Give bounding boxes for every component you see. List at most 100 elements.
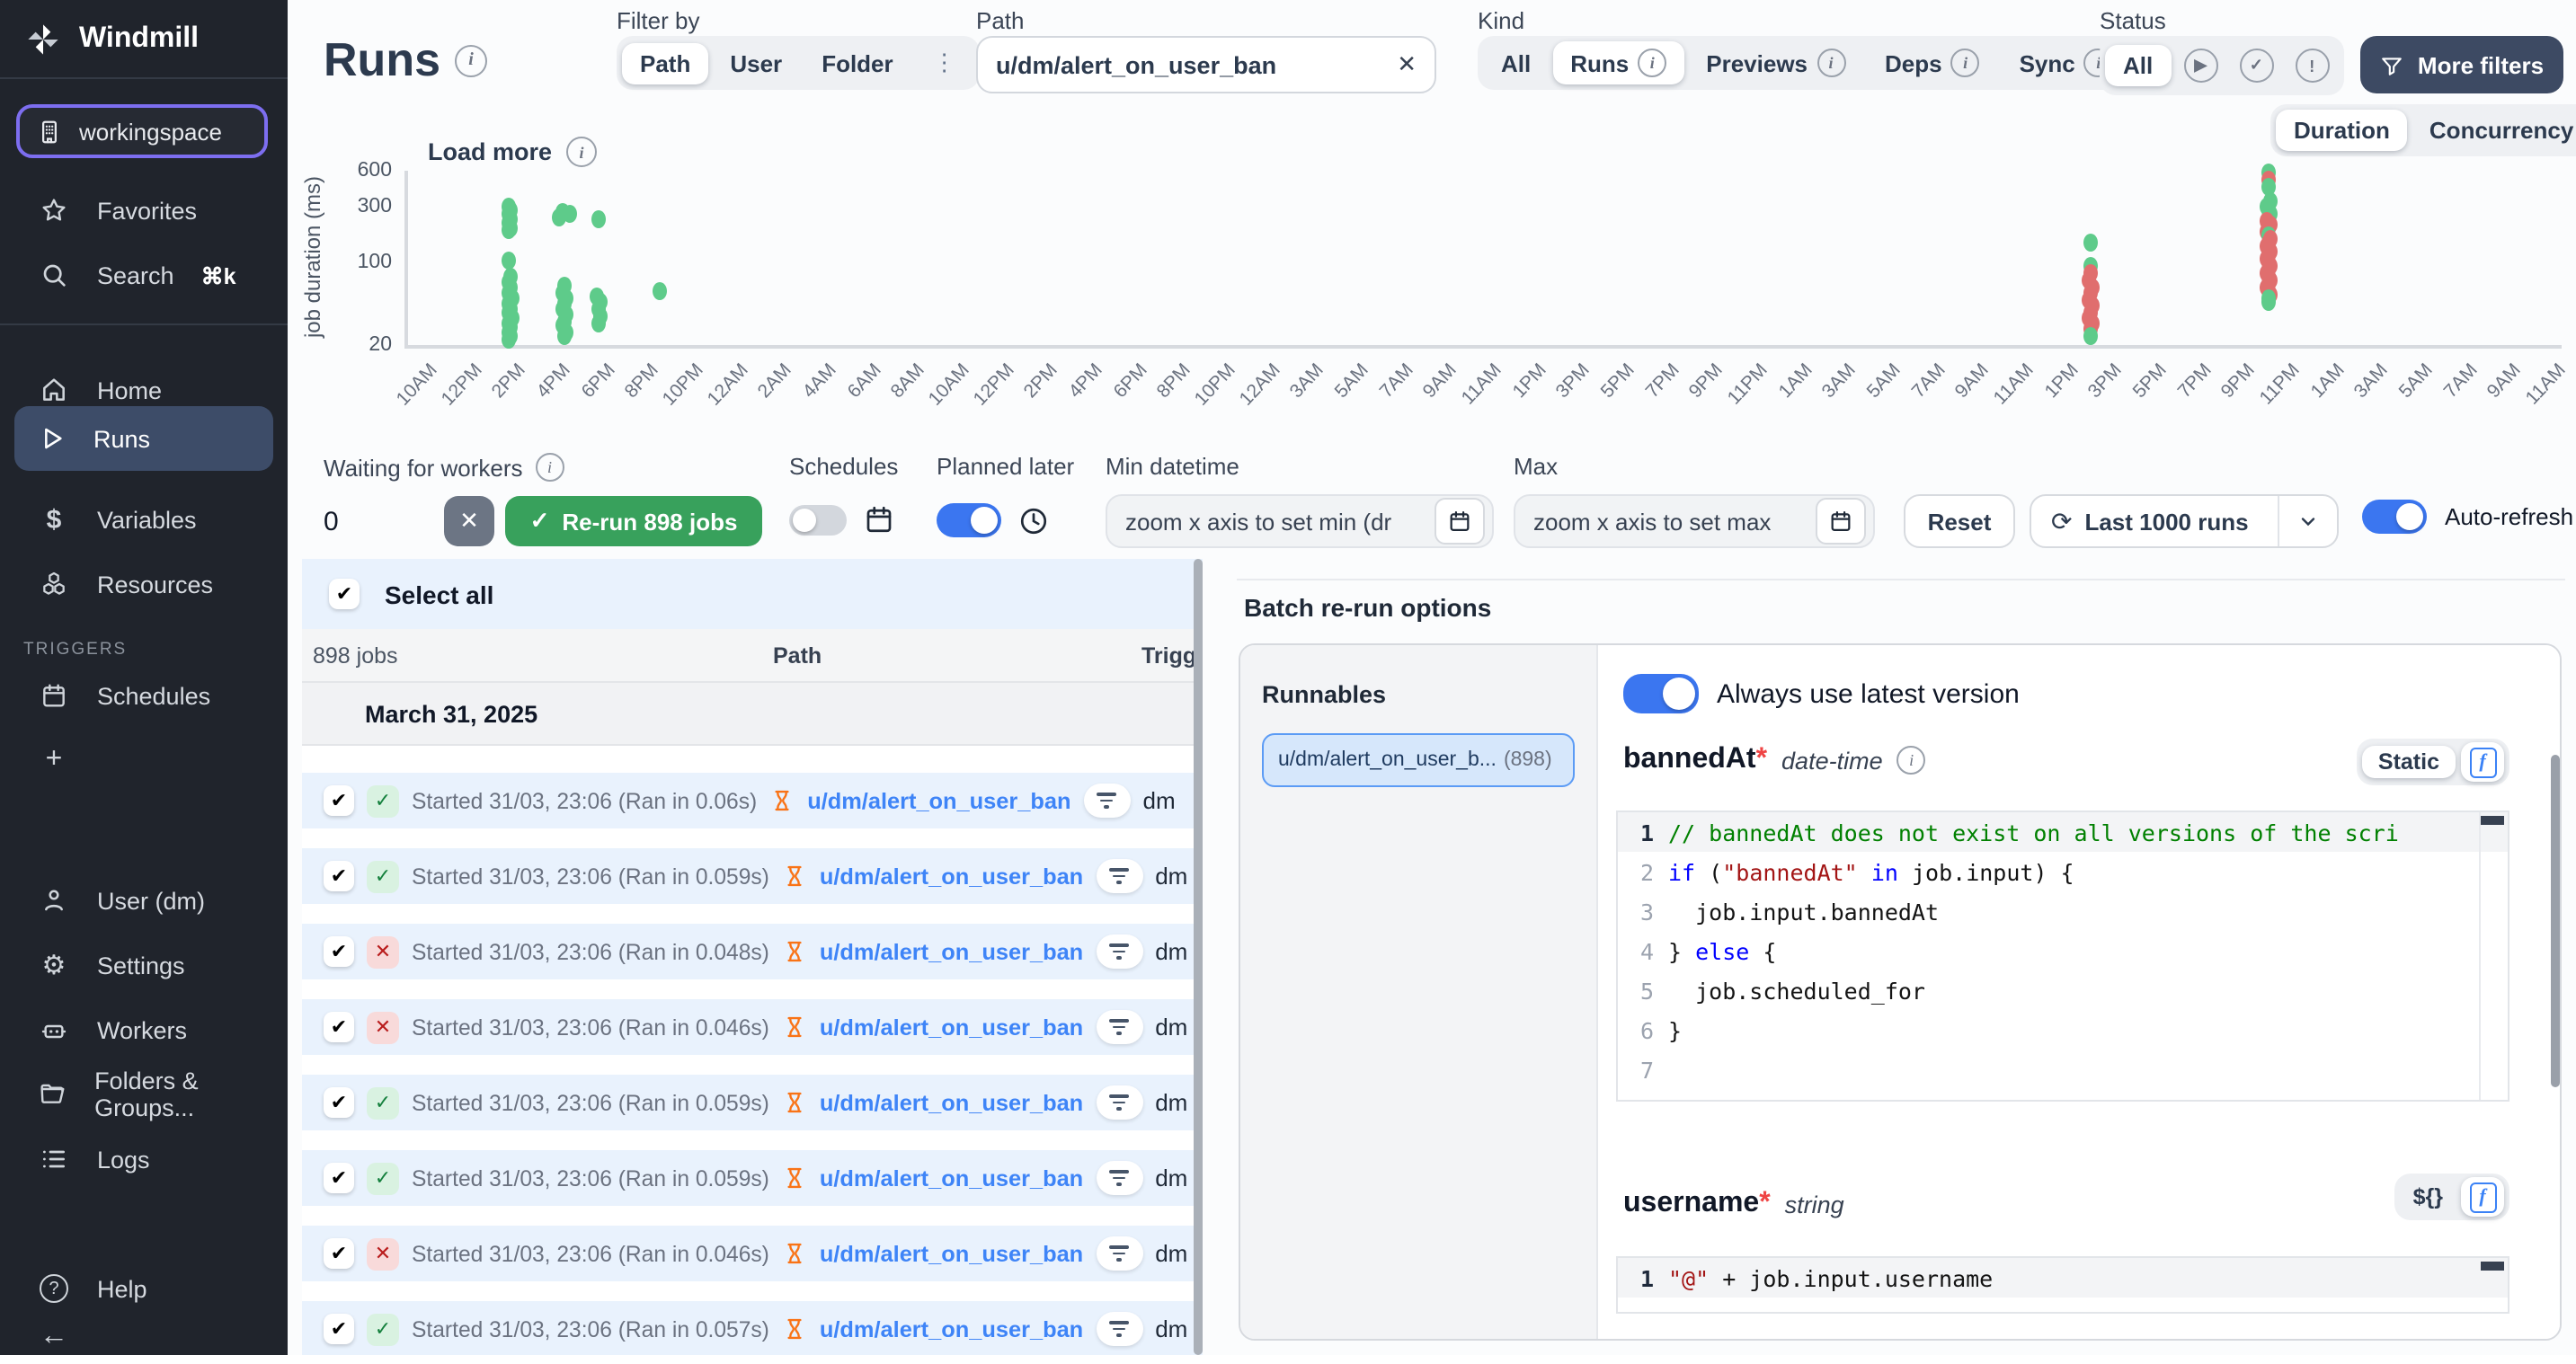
run-row[interactable]: ✔✕Started 31/03, 23:06 (Ran in 0.046s)u/…: [302, 1226, 1203, 1281]
filter-pill-icon[interactable]: [1096, 1010, 1142, 1044]
code-line[interactable]: 5 job.scheduled_for: [1618, 970, 2508, 1010]
select-all-checkbox[interactable]: ✔: [329, 579, 360, 609]
success-run-dot[interactable]: [557, 327, 572, 345]
filter-pill-icon[interactable]: [1096, 1085, 1142, 1120]
run-path-link[interactable]: u/dm/alert_on_user_ban: [820, 1090, 1083, 1115]
run-path-link[interactable]: u/dm/alert_on_user_ban: [820, 864, 1083, 889]
run-row[interactable]: ✔✕Started 31/03, 23:06 (Ran in 0.048s)u/…: [302, 924, 1203, 979]
success-run-dot[interactable]: [2083, 233, 2098, 251]
scatter-points[interactable]: [288, 0, 2576, 431]
code-line[interactable]: 1// bannedAt does not exist on all versi…: [1618, 812, 2508, 852]
sidebar-item-workers[interactable]: Workers: [0, 1003, 288, 1057]
sidebar-item-folders[interactable]: Folders & Groups...: [0, 1067, 288, 1121]
success-run-dot[interactable]: [502, 332, 516, 350]
filter-pill-icon[interactable]: [1096, 1161, 1142, 1195]
sidebar-item-help[interactable]: ? Help: [0, 1262, 288, 1315]
code-line[interactable]: 7: [1618, 1050, 2508, 1089]
success-run-dot[interactable]: [2083, 327, 2098, 345]
bannedat-info-icon[interactable]: i: [1897, 746, 1926, 775]
run-row[interactable]: ✔✓Started 31/03, 23:06 (Ran in 0.06s)u/d…: [302, 773, 1203, 828]
row-checkbox[interactable]: ✔: [324, 1163, 354, 1193]
function-mode-button[interactable]: f: [2461, 742, 2504, 782]
sidebar-item-resources[interactable]: Resources: [0, 557, 288, 611]
run-path-link[interactable]: u/dm/alert_on_user_ban: [807, 788, 1070, 813]
max-calendar-button[interactable]: [1816, 498, 1866, 545]
schedules-toggle[interactable]: [789, 504, 847, 535]
expr-mode-button[interactable]: ${}: [2401, 1181, 2456, 1213]
runnable-chip[interactable]: u/dm/alert_on_user_b... (898): [1262, 733, 1575, 787]
sidebar-item-runs-active[interactable]: Runs: [14, 406, 273, 471]
hourglass-icon: [782, 1240, 807, 1267]
row-checkbox[interactable]: ✔: [324, 1012, 354, 1042]
editor-scrollbar-thumb[interactable]: [2481, 1262, 2504, 1271]
run-row[interactable]: ✔✕Started 31/03, 23:06 (Ran in 0.046s)u/…: [302, 999, 1203, 1055]
row-checkbox[interactable]: ✔: [324, 1087, 354, 1118]
triggered-by: dm: [1155, 1014, 1187, 1041]
success-run-dot[interactable]: [653, 281, 667, 299]
filter-pill-icon[interactable]: [1096, 1236, 1142, 1271]
editor-scrollbar-thumb[interactable]: [2481, 816, 2504, 825]
sidebar-item-schedules[interactable]: Schedules: [0, 669, 288, 722]
run-row[interactable]: ✔✓Started 31/03, 23:06 (Ran in 0.059s)u/…: [302, 1150, 1203, 1206]
success-run-dot[interactable]: [502, 221, 516, 239]
filter-pill-icon[interactable]: [1096, 1312, 1142, 1346]
run-row[interactable]: ✔✓Started 31/03, 23:06 (Ran in 0.057s)u/…: [302, 1301, 1203, 1355]
code-line[interactable]: 2if ("bannedAt" in job.input) {: [1618, 852, 2508, 891]
dropdown-chevron-zone[interactable]: [2278, 496, 2337, 546]
brand[interactable]: Windmill: [0, 0, 288, 79]
run-path-link[interactable]: u/dm/alert_on_user_ban: [820, 939, 1083, 964]
path-column-header: Path: [773, 642, 822, 668]
username-code-editor[interactable]: 1"@" + job.input.username: [1616, 1256, 2509, 1314]
filter-pill-icon[interactable]: [1096, 859, 1142, 893]
success-run-dot[interactable]: [591, 210, 606, 228]
row-checkbox[interactable]: ✔: [324, 785, 354, 816]
bannedat-code-editor[interactable]: 1// bannedAt does not exist on all versi…: [1616, 810, 2509, 1102]
sidebar-item-search[interactable]: Search ⌘k: [0, 248, 288, 302]
run-path-link[interactable]: u/dm/alert_on_user_ban: [820, 1014, 1083, 1040]
run-path-link[interactable]: u/dm/alert_on_user_ban: [820, 1316, 1083, 1342]
max-datetime-input[interactable]: zoom x axis to set max: [1514, 494, 1875, 548]
sidebar-item-logs[interactable]: Logs: [0, 1132, 288, 1186]
last-runs-dropdown[interactable]: ⟳ Last 1000 runs: [2030, 494, 2339, 548]
filter-pill-icon[interactable]: [1084, 784, 1131, 818]
success-run-dot[interactable]: [2261, 292, 2276, 310]
run-row[interactable]: ✔✓Started 31/03, 23:06 (Ran in 0.059s)u/…: [302, 848, 1203, 904]
success-run-dot[interactable]: [552, 208, 566, 226]
success-run-dot[interactable]: [502, 252, 516, 270]
reset-button[interactable]: Reset: [1904, 494, 2015, 548]
filter-pill-icon[interactable]: [1096, 934, 1142, 969]
row-checkbox[interactable]: ✔: [324, 1238, 354, 1269]
sidebar-add-button[interactable]: +: [0, 733, 288, 787]
auto-refresh-toggle[interactable]: [2362, 500, 2427, 534]
workspace-switcher[interactable]: workingspace: [16, 104, 268, 158]
pane-scrollbar[interactable]: [2551, 755, 2559, 1087]
triggered-by: dm: [1155, 1165, 1187, 1191]
run-path-link[interactable]: u/dm/alert_on_user_ban: [820, 1241, 1083, 1266]
select-all-row[interactable]: ✔ Select all: [302, 559, 1203, 629]
code-line[interactable]: 1"@" + job.input.username: [1618, 1258, 2508, 1298]
static-mode-button[interactable]: Static: [2362, 746, 2456, 778]
code-line[interactable]: 3 job.input.bannedAt: [1618, 891, 2508, 931]
function-mode-button[interactable]: f: [2461, 1177, 2504, 1217]
row-checkbox[interactable]: ✔: [324, 936, 354, 967]
list-scrollbar[interactable]: [1194, 559, 1203, 1355]
min-calendar-button[interactable]: [1435, 498, 1485, 545]
sidebar-item-variables[interactable]: $ Variables: [0, 492, 288, 546]
always-latest-toggle[interactable]: [1623, 674, 1699, 713]
sidebar-item-favorites[interactable]: Favorites: [0, 183, 288, 237]
planned-later-toggle[interactable]: [937, 503, 1001, 537]
min-datetime-input[interactable]: zoom x axis to set min (dr: [1106, 494, 1494, 548]
run-path-link[interactable]: u/dm/alert_on_user_ban: [820, 1165, 1083, 1191]
code-line[interactable]: 6}: [1618, 1010, 2508, 1050]
user-label: User (dm): [97, 887, 205, 914]
sidebar-item-settings[interactable]: ⚙ Settings: [0, 938, 288, 992]
run-row[interactable]: ✔✓Started 31/03, 23:06 (Ran in 0.059s)u/…: [302, 1075, 1203, 1130]
collapse-sidebar-button[interactable]: ←: [0, 1310, 288, 1364]
rerun-jobs-button[interactable]: ✓Re-run 898 jobs: [505, 496, 762, 546]
cancel-selection-button[interactable]: ✕: [444, 496, 494, 546]
sidebar-item-user[interactable]: User (dm): [0, 873, 288, 927]
code-line[interactable]: 4} else {: [1618, 931, 2508, 970]
row-checkbox[interactable]: ✔: [324, 861, 354, 891]
row-checkbox[interactable]: ✔: [324, 1314, 354, 1344]
success-run-dot[interactable]: [591, 314, 606, 332]
